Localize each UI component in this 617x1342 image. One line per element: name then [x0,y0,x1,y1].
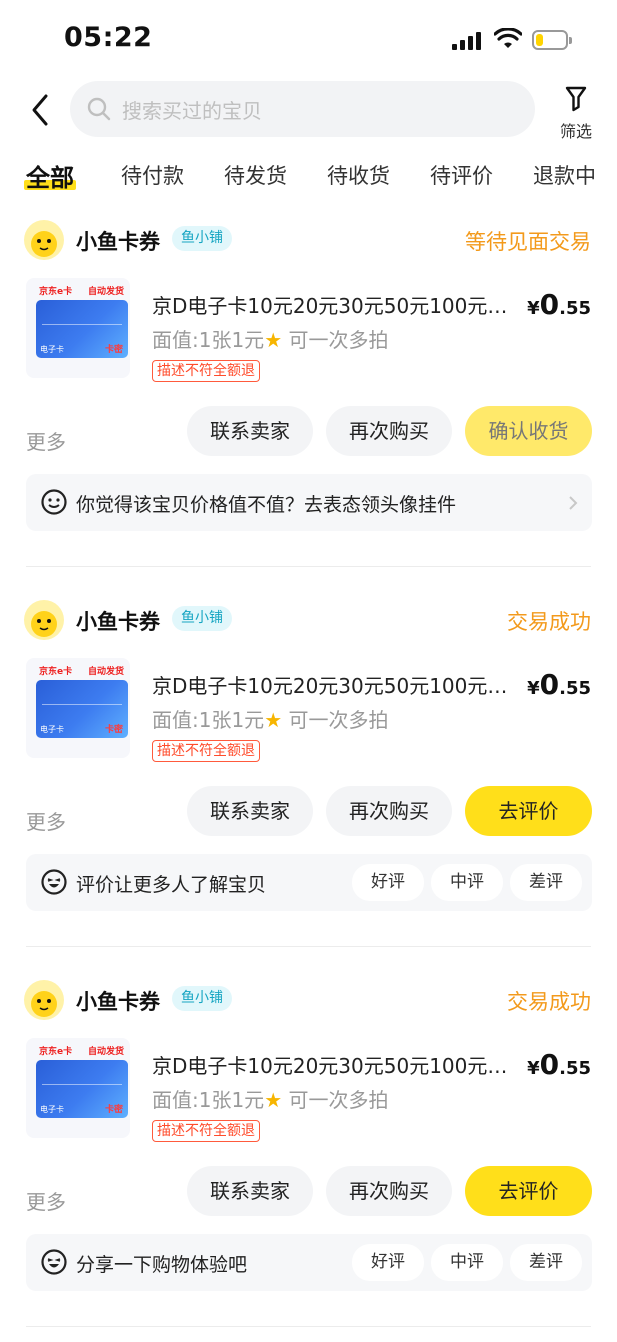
product-price: ¥0.55 [527,288,591,321]
review-prompt-text: 评价让更多人了解宝贝 [76,874,267,896]
bad-review-button[interactable]: 差评 [510,1244,582,1281]
bad-review-button[interactable]: 差评 [510,864,582,901]
order-status: 等待见面交易 [465,230,591,254]
shop-tag-badge: 鱼小铺 [172,226,232,251]
good-review-button[interactable]: 好评 [352,864,424,901]
filter-icon [565,86,587,112]
shop-avatar[interactable] [24,980,64,1020]
tab-pending-review[interactable]: 待评价 [430,160,493,190]
product-price: ¥0.55 [527,668,591,701]
contact-seller-button[interactable]: 联系卖家 [187,1166,313,1216]
good-review-button[interactable]: 好评 [352,1244,424,1281]
write-review-button[interactable]: 去评价 [465,786,592,836]
battery-icon [532,30,572,50]
order-status: 交易成功 [507,990,591,1014]
back-arrow-icon[interactable] [26,90,56,130]
star-icon: ★ [264,708,283,732]
more-link[interactable]: 更多 [26,806,66,835]
wifi-icon [494,28,522,48]
search-placeholder: 搜索买过的宝贝 [122,99,262,123]
tab-all[interactable]: 全部 [24,158,76,193]
shop-name[interactable]: 小鱼卡券 [76,226,160,256]
product-title[interactable]: 京D电子卡10元20元30元50元100元200元 [152,1050,512,1079]
cellular-signal-icon [452,30,484,50]
buy-again-button[interactable]: 再次购买 [326,786,452,836]
product-price: ¥0.55 [527,1048,591,1081]
tab-refunding[interactable]: 退款中 [533,160,596,190]
write-review-button[interactable]: 去评价 [465,1166,592,1216]
refund-guarantee-badge: 描述不符全额退 [152,1120,260,1142]
review-prompt-bar: 分享一下购物体验吧 好评 中评 差评 [26,1234,592,1291]
shop-avatar[interactable] [24,220,64,260]
filter-button[interactable]: 筛选 [554,82,598,141]
neutral-review-button[interactable]: 中评 [431,1244,503,1281]
search-input[interactable]: 搜索买过的宝贝 [70,81,535,137]
price-feedback-bar[interactable]: 你觉得该宝贝价格值不值？去表态领头像挂件 [26,474,592,531]
refund-guarantee-badge: 描述不符全额退 [152,360,260,382]
laughing-face-icon [41,1249,67,1275]
product-spec: 面值:1张1元★ 可一次多拍 [152,328,389,352]
review-prompt-text: 分享一下购物体验吧 [76,1254,248,1276]
product-thumbnail[interactable]: 京东e卡 自动发货 电子卡 卡密 [26,658,130,758]
product-title[interactable]: 京D电子卡10元20元30元50元100元200元 [152,670,512,699]
tab-pending-shipment[interactable]: 待发货 [224,160,287,190]
shop-name[interactable]: 小鱼卡券 [76,986,160,1016]
product-thumbnail[interactable]: 京东e卡 自动发货 电子卡 卡密 [26,1038,130,1138]
divider [26,946,591,947]
product-title[interactable]: 京D电子卡10元20元30元50元100元200元 [152,290,512,319]
shop-tag-badge: 鱼小铺 [172,606,232,631]
search-icon [87,97,111,121]
tab-pending-payment[interactable]: 待付款 [121,160,184,190]
laughing-face-icon [41,869,67,895]
divider [26,1326,591,1327]
review-prompt-bar: 评价让更多人了解宝贝 好评 中评 差评 [26,854,592,911]
refund-guarantee-badge: 描述不符全额退 [152,740,260,762]
status-time: 05:22 [64,22,153,53]
filter-label: 筛选 [559,122,592,141]
buy-again-button[interactable]: 再次购买 [326,406,452,456]
more-link[interactable]: 更多 [26,1186,66,1215]
more-link[interactable]: 更多 [26,426,66,455]
shop-tag-badge: 鱼小铺 [172,986,232,1011]
divider [26,566,591,567]
tab-pending-receipt[interactable]: 待收货 [327,160,390,190]
shop-avatar[interactable] [24,600,64,640]
confirm-receipt-button[interactable]: 确认收货 [465,406,592,456]
order-status: 交易成功 [507,610,591,634]
order-tabs: 全部 待付款 待发货 待收货 待评价 退款中 [0,150,617,200]
product-spec: 面值:1张1元★ 可一次多拍 [152,1088,389,1112]
contact-seller-button[interactable]: 联系卖家 [187,406,313,456]
neutral-review-button[interactable]: 中评 [431,864,503,901]
price-feedback-text: 你觉得该宝贝价格值不值？去表态领头像挂件 [76,494,457,516]
chevron-right-icon [569,496,578,510]
star-icon: ★ [264,1088,283,1112]
smiley-icon [41,489,67,515]
contact-seller-button[interactable]: 联系卖家 [187,786,313,836]
star-icon: ★ [264,328,283,352]
order-card: 小鱼卡券 鱼小铺 交易成功 京东e卡 自动发货 电子卡 卡密 京D电子卡10元20元… [0,962,617,1342]
product-thumbnail[interactable]: 京东e卡 自动发货 电子卡 卡密 [26,278,130,378]
product-spec: 面值:1张1元★ 可一次多拍 [152,708,389,732]
status-bar: 05:22 [0,0,617,80]
shop-name[interactable]: 小鱼卡券 [76,606,160,636]
buy-again-button[interactable]: 再次购买 [326,1166,452,1216]
order-card: 小鱼卡券 鱼小铺 等待见面交易 京东e卡 自动发货 电子卡 卡密 京D电子卡10元2… [0,202,617,582]
order-card: 小鱼卡券 鱼小铺 交易成功 京东e卡 自动发货 电子卡 卡密 京D电子卡10元20元… [0,582,617,962]
